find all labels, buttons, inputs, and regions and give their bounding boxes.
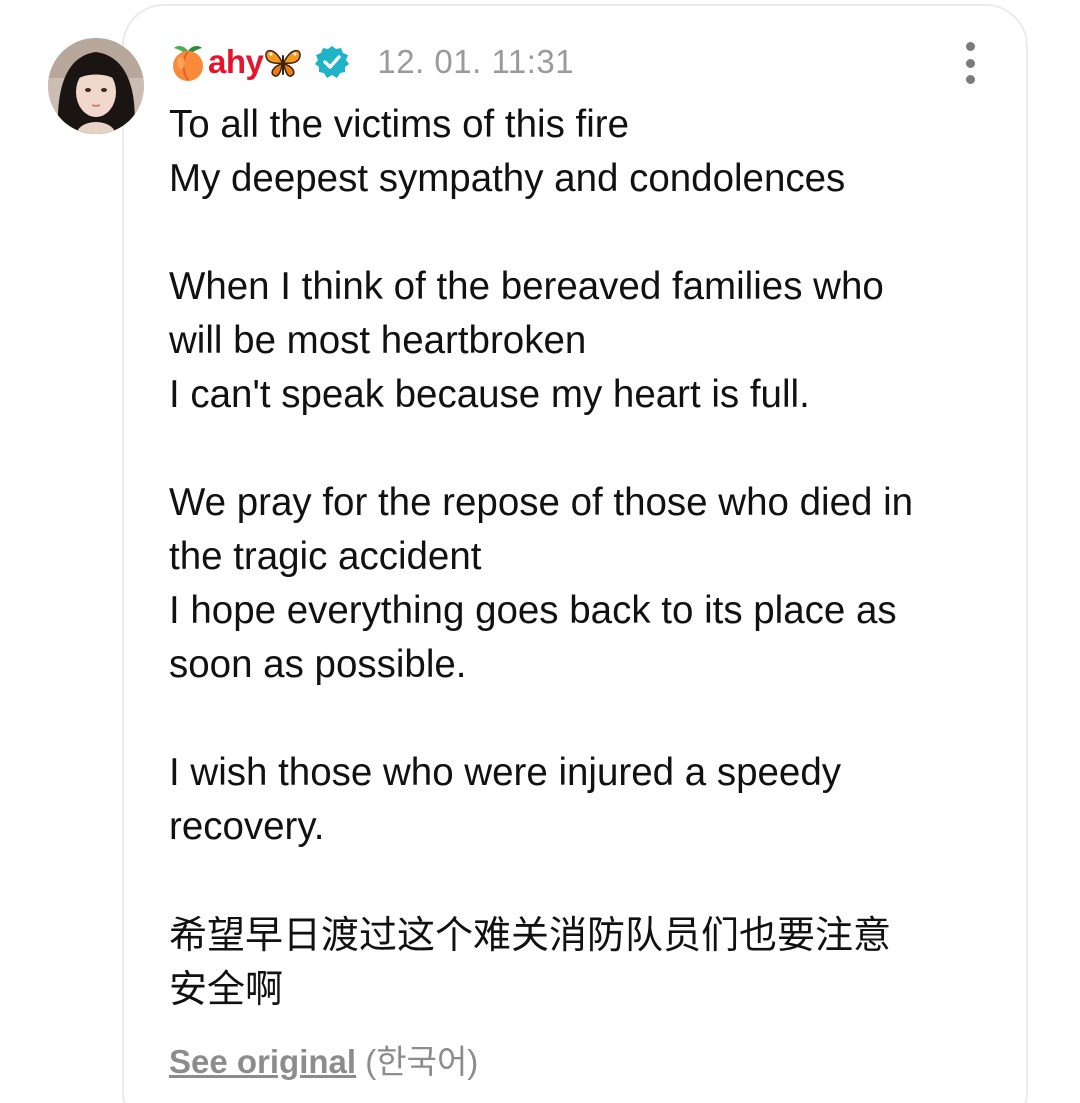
translation-footer: See original (한국어) xyxy=(169,1038,478,1086)
post-body: To all the victims of this fire My deepe… xyxy=(169,98,999,1016)
body-line: 希望早日渡过这个难关消防队员们也要注意 xyxy=(169,913,892,957)
original-language-label: (한국어) xyxy=(365,1043,479,1080)
body-line: the tragic accident xyxy=(169,535,482,578)
peach-emoji-icon xyxy=(168,42,208,82)
body-line: 安全啊 xyxy=(169,967,284,1011)
body-line: recovery. xyxy=(169,805,325,848)
butterfly-emoji-icon xyxy=(263,42,303,82)
more-vertical-icon xyxy=(965,42,975,51)
body-line: soon as possible. xyxy=(169,643,467,686)
body-line: We pray for the repose of those who died… xyxy=(169,481,914,524)
avatar-image xyxy=(48,38,144,134)
username[interactable]: ahy xyxy=(168,42,303,82)
avatar[interactable] xyxy=(48,38,144,134)
body-line: I can't speak because my heart is full. xyxy=(169,373,810,416)
body-line: will be most heartbroken xyxy=(169,319,587,362)
body-line: To all the victims of this fire xyxy=(169,103,630,146)
more-options-button[interactable] xyxy=(956,42,984,84)
body-line: My deepest sympathy and condolences xyxy=(169,157,846,200)
see-original-link[interactable]: See original xyxy=(169,1043,356,1080)
post-header: ahy 12. 01. 11:31 xyxy=(168,38,574,86)
verified-badge-icon xyxy=(315,46,350,78)
body-line: I hope everything goes back to its place… xyxy=(169,589,897,632)
post-timestamp: 12. 01. 11:31 xyxy=(377,43,575,80)
body-line: I wish those who were injured a speedy xyxy=(169,751,841,794)
body-line: When I think of the bereaved families wh… xyxy=(169,265,884,308)
username-text: ahy xyxy=(208,43,264,80)
post-view: ahy 12. 01. 11:31 To all the victims of … xyxy=(0,0,1080,1103)
